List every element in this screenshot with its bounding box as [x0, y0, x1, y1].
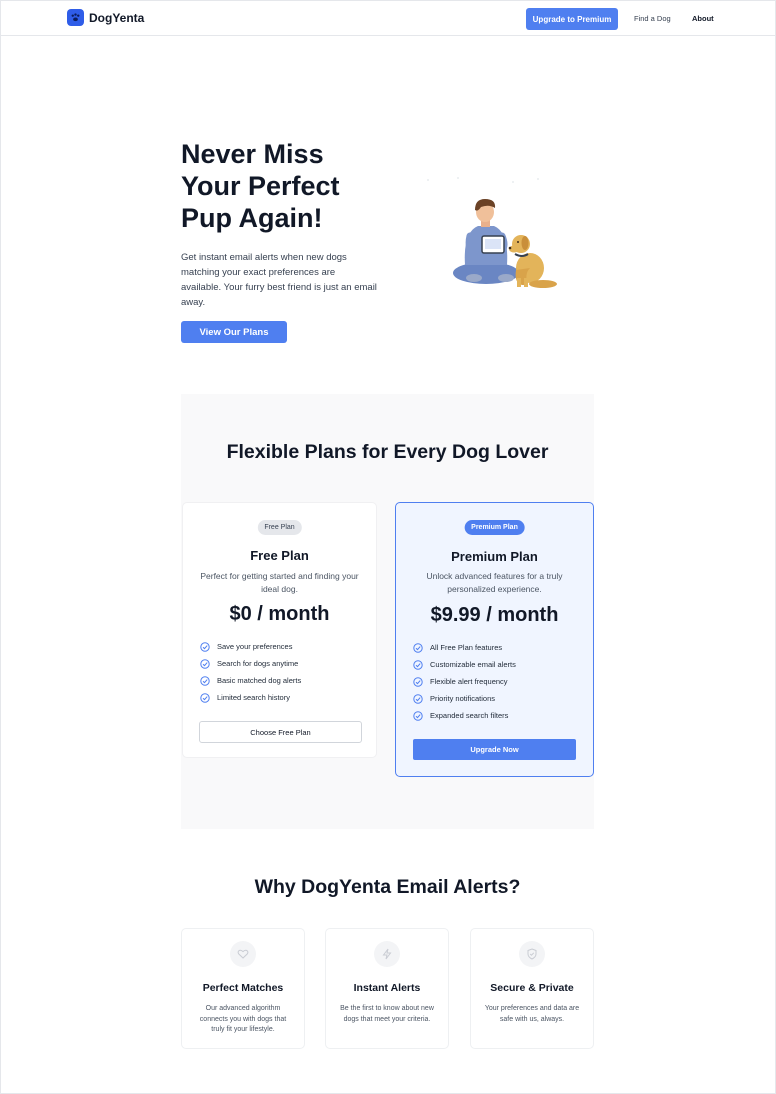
- premium-plan-features: All Free Plan features Customizable emai…: [413, 639, 516, 724]
- feature-text: Our advanced algorithm connects you with…: [199, 1005, 287, 1033]
- feature-card-perfect-matches: Perfect Matches Our advanced algorithm c…: [181, 928, 305, 1049]
- premium-plan-badge: Premium Plan: [464, 520, 525, 535]
- feature-card-secure-private: Secure & Private Your preferences and da…: [470, 928, 594, 1049]
- feature-text: Your preferences and data are safe with …: [484, 1005, 580, 1023]
- feature-text: Be the first to know about new dogs that…: [340, 1005, 434, 1023]
- premium-plan-title: Premium Plan: [451, 549, 538, 564]
- check-circle-icon: [200, 658, 210, 669]
- free-plan-description: Perfect for getting started and finding …: [200, 571, 359, 594]
- feature-title: Secure & Private: [490, 982, 574, 994]
- logo[interactable]: DogYenta: [67, 9, 144, 26]
- free-plan-features: Save your preferences Search for dogs an…: [200, 638, 301, 706]
- check-circle-icon: [413, 659, 423, 670]
- choose-free-plan-button[interactable]: Choose Free Plan: [199, 721, 362, 743]
- check-circle-icon: [200, 675, 210, 686]
- check-circle-icon: [413, 693, 423, 704]
- paw-icon: [67, 9, 84, 26]
- feature-item: Limited search history: [200, 689, 301, 706]
- premium-plan-description: Unlock advanced features for a truly per…: [426, 571, 563, 594]
- feature-item: Customizable email alerts: [413, 656, 516, 673]
- feature-card-instant-alerts: Instant Alerts Be the first to know abou…: [325, 928, 449, 1049]
- check-circle-icon: [200, 692, 210, 703]
- hero-title: Never Miss Your Perfect Pup Again!: [181, 139, 340, 233]
- top-navbar: DogYenta Upgrade to Premium Find a Dog A…: [1, 1, 775, 36]
- shield-icon: [519, 941, 545, 967]
- free-plan-card: Free Plan Free Plan Perfect for getting …: [182, 502, 377, 758]
- heart-icon: [230, 941, 256, 967]
- free-plan-badge: Free Plan: [257, 520, 302, 535]
- feature-title: Perfect Matches: [202, 982, 284, 994]
- feature-title: Instant Alerts: [353, 982, 421, 994]
- upgrade-now-button[interactable]: Upgrade Now: [413, 739, 576, 760]
- check-circle-icon: [413, 676, 423, 687]
- feature-item: All Free Plan features: [413, 639, 516, 656]
- feature-item: Basic matched dog alerts: [200, 672, 301, 689]
- hero-description: Get instant email alerts when new dogs m…: [181, 252, 377, 308]
- premium-plan-card: Premium Plan Premium Plan Unlock advance…: [395, 502, 594, 777]
- nav-link-find-a-dog[interactable]: Find a Dog: [634, 14, 671, 23]
- feature-item: Expanded search filters: [413, 707, 516, 724]
- feature-item: Search for dogs anytime: [200, 655, 301, 672]
- feature-item: Flexible alert frequency: [413, 673, 516, 690]
- free-plan-title: Free Plan: [250, 548, 309, 563]
- check-circle-icon: [413, 642, 423, 653]
- feature-item: Priority notifications: [413, 690, 516, 707]
- logo-text: DogYenta: [89, 10, 145, 25]
- why-heading: Why DogYenta Email Alerts?: [254, 876, 521, 898]
- check-circle-icon: [413, 710, 423, 721]
- feature-item: Save your preferences: [200, 638, 301, 655]
- person-with-dog-illustration: [427, 177, 557, 288]
- premium-plan-price: $9.99 / month: [430, 604, 559, 626]
- view-our-plans-button[interactable]: View Our Plans: [181, 321, 287, 343]
- lightning-icon: [374, 941, 400, 967]
- plans-heading: Flexible Plans for Every Dog Lover: [226, 441, 549, 463]
- free-plan-price: $0 / month: [229, 603, 330, 625]
- check-circle-icon: [200, 641, 210, 652]
- nav-link-about[interactable]: About: [692, 14, 714, 23]
- upgrade-to-premium-button[interactable]: Upgrade to Premium: [526, 8, 618, 30]
